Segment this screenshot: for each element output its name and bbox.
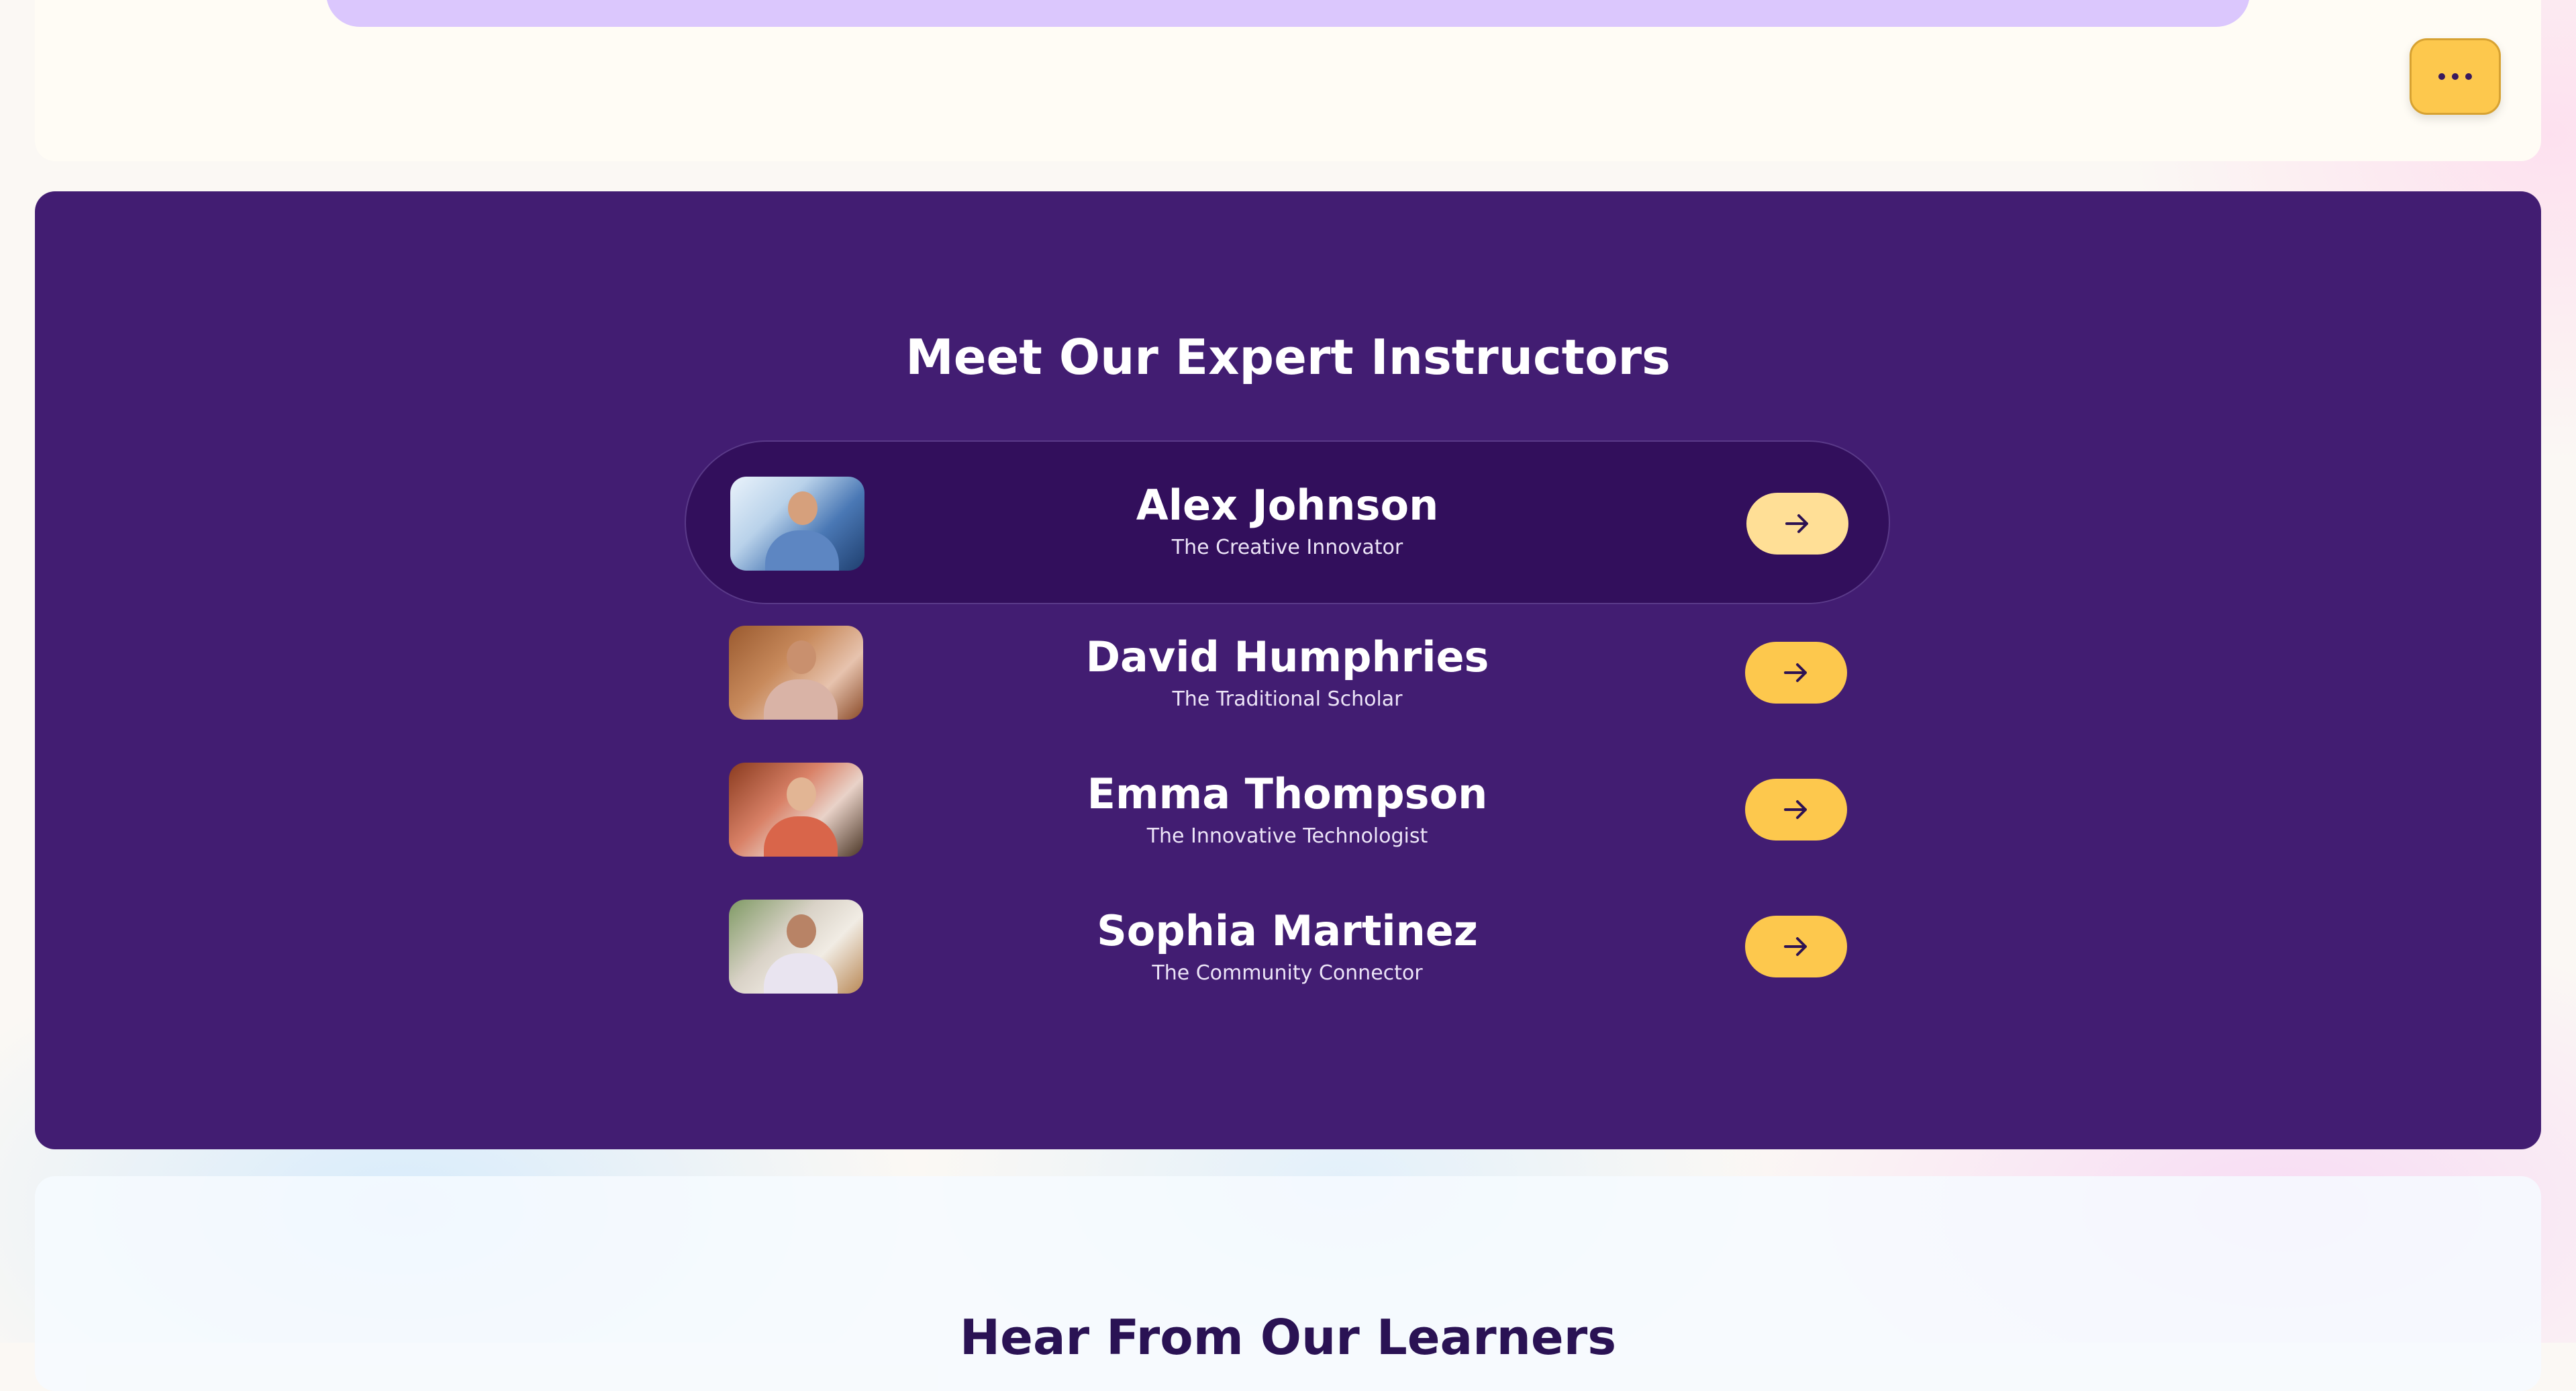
instructor-role: The Creative Innovator [1171, 536, 1403, 559]
view-instructor-button[interactable] [1745, 916, 1847, 977]
instructor-name: Alex Johnson [1136, 481, 1439, 530]
more-options-button[interactable] [2410, 38, 2501, 115]
section-title: Meet Our Expert Instructors [905, 329, 1671, 385]
instructor-role: The Innovative Technologist [1146, 824, 1428, 848]
arrow-right-icon [1784, 937, 1807, 956]
instructor-name: Sophia Martinez [1097, 906, 1478, 955]
view-instructor-button[interactable] [1745, 779, 1847, 841]
more-horizontal-icon [2438, 73, 2472, 80]
testimonials-title: Hear From Our Learners [959, 1309, 1617, 1365]
instructor-role: The Community Connector [1152, 961, 1423, 985]
instructor-role: The Traditional Scholar [1172, 687, 1403, 711]
instructor-row-sophia-martinez[interactable]: Sophia Martinez The Community Connector [685, 894, 1890, 1015]
instructor-row-david-humphries[interactable]: David Humphries The Traditional Scholar [685, 620, 1890, 741]
instructor-name: Emma Thompson [1087, 769, 1488, 818]
arrow-right-icon [1785, 514, 1808, 533]
view-instructor-button[interactable] [1746, 493, 1848, 555]
arrow-right-icon [1784, 800, 1807, 819]
instructor-row-alex-johnson[interactable]: Alex Johnson The Creative Innovator [685, 440, 1890, 604]
view-instructor-button[interactable] [1745, 642, 1847, 704]
top-banner-pill [326, 0, 2250, 27]
instructor-row-emma-thompson[interactable]: Emma Thompson The Innovative Technologis… [685, 757, 1890, 878]
instructor-name: David Humphries [1085, 632, 1489, 681]
arrow-right-icon [1784, 663, 1807, 682]
